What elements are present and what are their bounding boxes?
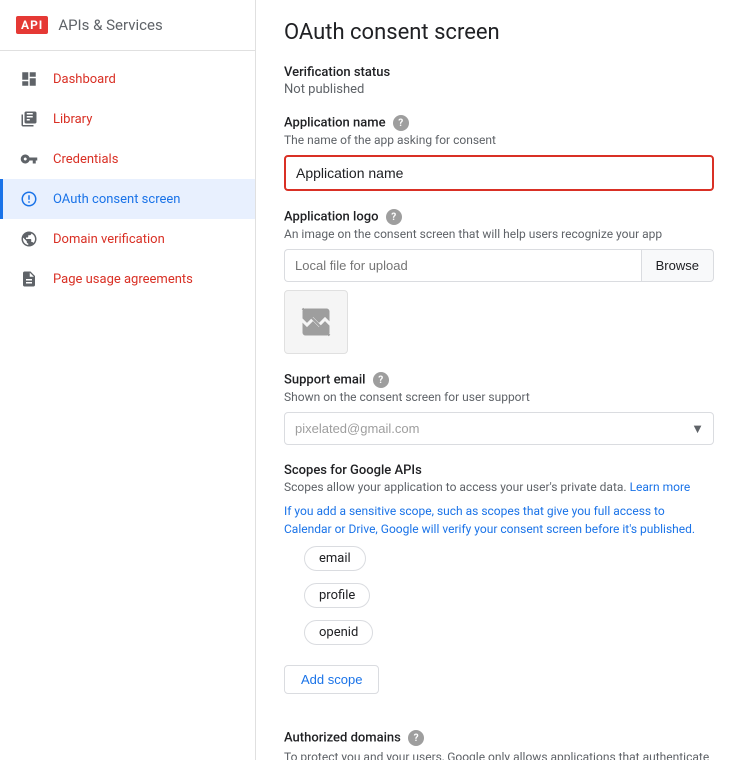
page-usage-label: Page usage agreements: [53, 272, 193, 287]
dashboard-label: Dashboard: [53, 72, 116, 87]
sidebar-item-domain[interactable]: Domain verification: [0, 219, 255, 259]
library-icon: [19, 109, 39, 129]
scopes-label: Scopes for Google APIs: [284, 463, 714, 478]
oauth-label: OAuth consent screen: [53, 192, 180, 207]
api-badge: API: [16, 16, 48, 34]
app-name-label: Application name ?: [284, 115, 714, 131]
file-upload-row: Browse: [284, 249, 714, 282]
scopes-warning: If you add a sensitive scope, such as sc…: [284, 502, 714, 538]
app-logo-sublabel: An image on the consent screen that will…: [284, 227, 714, 241]
page-title: OAuth consent screen: [284, 20, 714, 45]
add-scope-button[interactable]: Add scope: [284, 665, 379, 694]
sidebar-header: API APIs & Services: [0, 0, 255, 51]
app-name-input[interactable]: [284, 155, 714, 191]
scopes-description: Scopes allow your application to access …: [284, 480, 714, 494]
authorized-domains-label: Authorized domains ?: [284, 730, 714, 746]
scope-item-profile: profile: [304, 583, 370, 608]
verification-status-section: Verification status Not published: [284, 65, 714, 97]
verification-status-value: Not published: [284, 82, 714, 97]
image-placeholder: [284, 290, 348, 354]
app-logo-help-icon: ?: [386, 209, 402, 225]
authorized-domains-section: Authorized domains ? To protect you and …: [284, 730, 714, 760]
browse-button[interactable]: Browse: [641, 249, 714, 282]
sidebar-item-library[interactable]: Library: [0, 99, 255, 139]
sidebar-item-credentials[interactable]: Credentials: [0, 139, 255, 179]
app-logo-label: Application logo ?: [284, 209, 714, 225]
sidebar: API APIs & Services Dashboard Library Cr…: [0, 0, 256, 760]
credentials-icon: [19, 149, 39, 169]
sidebar-item-page-usage[interactable]: Page usage agreements: [0, 259, 255, 299]
app-name-help-icon: ?: [393, 115, 409, 131]
support-email-help-icon: ?: [373, 372, 389, 388]
scopes-list: email profile openid: [284, 546, 714, 653]
domain-icon: [19, 229, 39, 249]
oauth-icon: [19, 189, 39, 209]
sidebar-nav: Dashboard Library Credentials OAuth cons…: [0, 59, 255, 299]
support-email-label: Support email ?: [284, 372, 714, 388]
authorized-domains-description: To protect you and your users, Google on…: [284, 748, 714, 760]
support-email-sublabel: Shown on the consent screen for user sup…: [284, 390, 714, 404]
app-logo-section: Application logo ? An image on the conse…: [284, 209, 714, 354]
authorized-domains-help-icon: ?: [408, 730, 424, 746]
support-email-select[interactable]: pixelated@gmail.com: [284, 412, 714, 445]
scopes-learn-more-link[interactable]: Learn more: [630, 480, 691, 494]
support-email-section: Support email ? Shown on the consent scr…: [284, 372, 714, 445]
scopes-section: Scopes for Google APIs Scopes allow your…: [284, 463, 714, 712]
library-label: Library: [53, 112, 92, 127]
app-name-sublabel: The name of the app asking for consent: [284, 133, 714, 147]
page-icon: [19, 269, 39, 289]
file-input[interactable]: [284, 249, 641, 282]
main-content: OAuth consent screen Verification status…: [256, 0, 742, 760]
sidebar-item-dashboard[interactable]: Dashboard: [0, 59, 255, 99]
dashboard-icon: [19, 69, 39, 89]
sidebar-item-oauth[interactable]: OAuth consent screen: [0, 179, 255, 219]
app-name-section: Application name ? The name of the app a…: [284, 115, 714, 191]
credentials-label: Credentials: [53, 152, 118, 167]
verification-status-label: Verification status: [284, 65, 714, 80]
email-dropdown-row: pixelated@gmail.com ▼: [284, 412, 714, 445]
domain-label: Domain verification: [53, 232, 165, 247]
scope-item-openid: openid: [304, 620, 373, 645]
scope-item-email: email: [304, 546, 366, 571]
sidebar-title: APIs & Services: [58, 16, 162, 34]
